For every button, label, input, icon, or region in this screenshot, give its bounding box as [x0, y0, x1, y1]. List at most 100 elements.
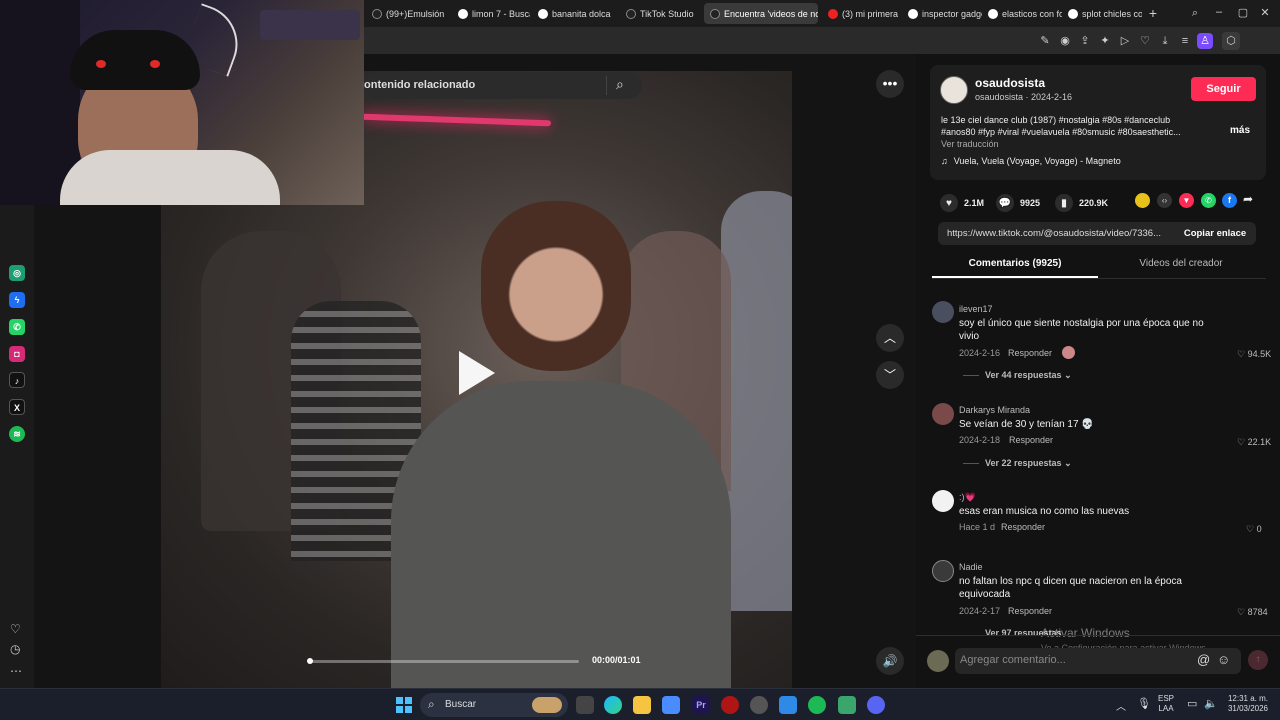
- tab[interactable]: TikTok Studio: [620, 3, 700, 24]
- comment-user[interactable]: ileven17: [959, 304, 993, 314]
- comment-input[interactable]: Agregar comentario... @ ☺: [955, 648, 1241, 674]
- comment-user[interactable]: :)💗: [959, 492, 976, 503]
- share-arrow-icon[interactable]: ➦: [1243, 192, 1253, 206]
- more-icon[interactable]: ⋯: [10, 664, 22, 678]
- reply-button[interactable]: Responder: [1008, 606, 1052, 616]
- speaker-icon[interactable]: 🔈: [1204, 697, 1218, 710]
- premiere-icon[interactable]: Pr: [692, 696, 710, 714]
- tab[interactable]: bananita dolca -: [532, 3, 612, 24]
- comment-like[interactable]: ♡ 94.5K: [1237, 349, 1271, 360]
- edge-icon[interactable]: [604, 696, 622, 714]
- app-icon[interactable]: [838, 696, 856, 714]
- comment-user[interactable]: Darkarys Miranda: [959, 405, 1030, 415]
- avatar[interactable]: [932, 490, 954, 512]
- profile-icon[interactable]: ♙: [1197, 33, 1213, 49]
- task-view-icon[interactable]: [576, 696, 594, 714]
- app-icon[interactable]: [750, 696, 768, 714]
- search-input[interactable]: ontenido relacionado: [364, 79, 475, 91]
- favorites-icon[interactable]: ♡: [10, 622, 21, 636]
- comment-like[interactable]: ♡ 0: [1246, 524, 1262, 535]
- tab-active[interactable]: Encuentra 'videos de nost: [704, 3, 818, 24]
- follow-button[interactable]: Seguir: [1191, 77, 1256, 101]
- messenger-icon[interactable]: ϟ: [9, 292, 25, 308]
- instagram-icon[interactable]: ◘: [9, 346, 25, 362]
- store-icon[interactable]: [662, 696, 680, 714]
- mention-icon[interactable]: @: [1197, 652, 1210, 667]
- search-bar[interactable]: ontenido relacionado ⌕: [364, 72, 642, 99]
- comment-like[interactable]: ♡ 22.1K: [1237, 437, 1271, 448]
- emoji-icon[interactable]: ☺: [1217, 652, 1230, 667]
- download-icon[interactable]: ⤓: [1158, 34, 1172, 48]
- history-icon[interactable]: ◷: [10, 642, 20, 656]
- tab[interactable]: limon 7 - Buscar: [452, 3, 530, 24]
- taskbar-search[interactable]: ⌕ Buscar: [420, 693, 568, 717]
- app-icon[interactable]: [779, 696, 797, 714]
- edit-icon[interactable]: ✎: [1038, 34, 1052, 48]
- favorite-icon[interactable]: ♡: [1138, 34, 1152, 48]
- play-icon[interactable]: [459, 351, 495, 395]
- spotify-icon[interactable]: [808, 696, 826, 714]
- cube-icon[interactable]: ⬡: [1222, 32, 1240, 50]
- avatar[interactable]: [932, 301, 954, 323]
- camera-icon[interactable]: ◉: [1058, 34, 1072, 48]
- copy-link-button[interactable]: Copiar enlace: [1174, 222, 1256, 245]
- view-replies[interactable]: Ver 44 respuestas ⌄: [985, 370, 1072, 381]
- tab-creator-videos[interactable]: Videos del creador: [1098, 258, 1264, 269]
- microphone-icon[interactable]: 🎙: [1137, 697, 1151, 710]
- menu-icon[interactable]: ≡: [1178, 34, 1192, 48]
- like-stat[interactable]: ♥ 2.1M: [940, 194, 984, 212]
- network-icon[interactable]: ▭: [1187, 697, 1197, 710]
- clock[interactable]: 12:31 a. m. 31/03/2026: [1222, 694, 1268, 714]
- comment-like[interactable]: ♡ 8784: [1237, 607, 1268, 618]
- tab[interactable]: elasticos con for: [982, 3, 1062, 24]
- tab[interactable]: (99+)Emulsión d: [366, 3, 446, 24]
- send-icon[interactable]: ▼: [1179, 193, 1194, 208]
- comment-stat[interactable]: 💬 9925: [996, 194, 1040, 212]
- facebook-share-icon[interactable]: f: [1222, 193, 1237, 208]
- avatar[interactable]: [940, 76, 968, 104]
- translate-link[interactable]: Ver traducción: [941, 139, 999, 149]
- opera-icon[interactable]: [721, 696, 739, 714]
- tab-comments[interactable]: Comentarios (9925): [932, 258, 1098, 269]
- extension-icon[interactable]: ✦: [1098, 34, 1112, 48]
- chatgpt-icon[interactable]: ◎: [9, 265, 25, 281]
- progress-bar[interactable]: [307, 658, 579, 664]
- play-icon[interactable]: ▷: [1118, 34, 1132, 48]
- more-options-icon[interactable]: •••: [876, 70, 904, 98]
- chevron-up-icon[interactable]: ︿: [876, 324, 904, 352]
- search-tabs-icon[interactable]: ⌕: [1188, 6, 1202, 20]
- music-row[interactable]: ♫ Vuela, Vuela (Voyage, Voyage) - Magneto: [941, 156, 1121, 166]
- discord-icon[interactable]: [867, 696, 885, 714]
- emoji-share-icon[interactable]: [1135, 193, 1150, 208]
- reply-button[interactable]: Responder: [1001, 522, 1045, 532]
- maximize-icon[interactable]: ▢: [1236, 6, 1250, 20]
- file-explorer-icon[interactable]: [633, 696, 651, 714]
- post-username[interactable]: osaudosista: [975, 76, 1045, 90]
- x-icon[interactable]: X: [9, 399, 25, 415]
- volume-icon[interactable]: 🔊: [876, 647, 904, 675]
- search-icon[interactable]: ⌕: [616, 76, 624, 93]
- minimize-icon[interactable]: –: [1212, 5, 1226, 19]
- tiktok-icon[interactable]: ♪: [9, 372, 25, 388]
- post-url[interactable]: https://www.tiktok.com/@osaudosista/vide…: [947, 228, 1173, 239]
- share-icon[interactable]: ⇪: [1078, 34, 1092, 48]
- tab[interactable]: splot chicles con: [1062, 3, 1142, 24]
- chevron-up-icon[interactable]: ︿: [1116, 698, 1126, 713]
- save-stat[interactable]: ▮ 220.9K: [1055, 194, 1108, 212]
- whatsapp-icon[interactable]: ✆: [9, 319, 25, 335]
- more-link[interactable]: más: [1230, 125, 1250, 136]
- close-icon[interactable]: ✕: [1258, 6, 1272, 20]
- whatsapp-share-icon[interactable]: ✆: [1201, 193, 1216, 208]
- post-comment-button[interactable]: ↑: [1248, 650, 1268, 670]
- reply-button[interactable]: Responder: [1009, 435, 1053, 445]
- avatar[interactable]: [932, 560, 954, 582]
- comment-user[interactable]: Nadie: [959, 562, 983, 572]
- windows-start-icon[interactable]: [396, 697, 412, 713]
- tab[interactable]: inspector gadge: [902, 3, 982, 24]
- language-indicator[interactable]: ESP LAA: [1158, 694, 1174, 714]
- embed-icon[interactable]: ‹›: [1157, 193, 1172, 208]
- progress-handle[interactable]: [307, 658, 313, 664]
- avatar[interactable]: [932, 403, 954, 425]
- view-replies[interactable]: Ver 22 respuestas ⌄: [985, 458, 1072, 469]
- spotify-icon[interactable]: ≋: [9, 426, 25, 442]
